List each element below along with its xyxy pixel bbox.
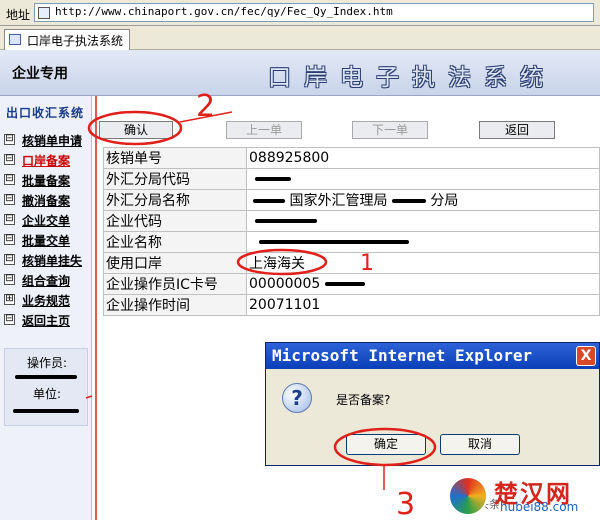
close-icon[interactable]: X (576, 346, 596, 366)
sidebar-item-batch-record[interactable]: ⊟ 批量备案 (4, 171, 90, 188)
system-title: 口岸电子执法系统 (268, 65, 556, 91)
company-use-label: 企业专用 (12, 66, 68, 82)
collapse-icon: ⊟ (4, 253, 15, 265)
row-value (246, 231, 600, 253)
row-key: 企业名称 (103, 231, 247, 253)
redaction-mark (391, 199, 426, 203)
row-key: 核销单号 (103, 147, 247, 169)
confirm-dialog: Microsoft Internet Explorer X ? 是否备案? 确定… (265, 342, 600, 466)
sidebar-item-business-rules[interactable]: ⊞ 业务规范 (4, 291, 90, 308)
cancel-button[interactable]: 取消 (440, 434, 520, 455)
next-button[interactable]: 下一单 (352, 121, 428, 139)
sidebar-item-cancel-record[interactable]: ⊟ 撤消备案 (4, 191, 90, 208)
address-url: http://www.chinaport.gov.cn/fec/qy/Fec_Q… (55, 5, 393, 18)
sidebar-item-label: 返回主页 (22, 314, 71, 328)
sidebar-item-label: 核销单挂失 (22, 254, 83, 268)
row-value: 20071101 (246, 294, 600, 316)
operator-panel: 操作员: 单位: (4, 348, 88, 426)
collapse-icon: ⊟ (4, 313, 15, 325)
collapse-icon: ⊟ (4, 173, 15, 185)
collapse-icon: ⊟ (4, 273, 15, 285)
tab-strip: 口岸电子执法系统 (0, 26, 600, 50)
address-input[interactable]: http://www.chinaport.gov.cn/fec/qy/Fec_Q… (34, 3, 594, 22)
row-key: 企业操作时间 (103, 294, 247, 316)
redaction-mark (15, 375, 77, 379)
unit-label: 单位: (32, 387, 62, 401)
redaction-mark (255, 219, 317, 223)
bureau-suffix: 分局 (430, 193, 459, 209)
row-key: 企业代码 (103, 210, 247, 232)
row-value (246, 168, 600, 190)
confirm-button[interactable]: 确认 (99, 121, 173, 139)
annotation-number-3: 3 (396, 487, 415, 520)
redaction-mark (13, 409, 79, 413)
table-row: 使用口岸 上海海关 (103, 252, 600, 274)
ie-page-icon (9, 34, 21, 45)
sidebar-item-label: 口岸备案 (22, 154, 71, 168)
page-banner: 企业专用 口岸电子执法系统 (0, 50, 600, 96)
sidebar-item-port-record[interactable]: ⊟ 口岸备案 (4, 151, 90, 168)
row-value: 国家外汇管理局 分局 (246, 189, 600, 211)
redaction-mark (255, 177, 291, 181)
sidebar-item-report-loss[interactable]: ⊟ 核销单挂失 (4, 251, 90, 268)
table-row: 企业操作时间 20071101 (103, 294, 600, 316)
sidebar-item-label: 组合查询 (22, 274, 71, 288)
expand-icon: ⊞ (4, 293, 15, 305)
table-row: 企业操作员IC卡号 00000005 (103, 273, 600, 295)
ic-card-number: 00000005 (249, 276, 321, 292)
sidebar-item-label: 业务规范 (22, 294, 71, 308)
collapse-icon: ⊟ (4, 133, 15, 145)
redaction-mark (253, 199, 285, 203)
back-button[interactable]: 返回 (479, 121, 555, 139)
question-icon: ? (282, 383, 312, 413)
sidebar-item-batch-submit[interactable]: ⊟ 批量交单 (4, 231, 90, 248)
address-label: 地址 (6, 8, 31, 22)
table-row: 企业名称 (103, 231, 600, 253)
tab-chinaport[interactable]: 口岸电子执法系统 (4, 29, 130, 50)
dialog-title: Microsoft Internet Explorer (272, 346, 533, 365)
tab-label: 口岸电子执法系统 (27, 34, 124, 48)
bureau-name: 国家外汇管理局 (289, 193, 388, 209)
dialog-title-bar: Microsoft Internet Explorer X (266, 343, 599, 369)
record-table: 核销单号 088925800 外汇分局代码 外汇分局名称 国家外汇管理局 分局 … (103, 147, 600, 316)
row-key: 企业操作员IC卡号 (103, 273, 247, 295)
row-key: 使用口岸 (103, 252, 247, 274)
table-row: 企业代码 (103, 210, 600, 232)
annotation-stroke (179, 111, 233, 123)
operator-label: 操作员: (26, 356, 68, 370)
sidebar-item-label: 核销单申请 (22, 134, 83, 148)
sidebar-item-return-home[interactable]: ⊟ 返回主页 (4, 311, 90, 328)
sidebar-item-label: 企业交单 (22, 214, 71, 228)
ok-button[interactable]: 确定 (346, 434, 426, 455)
row-value (246, 210, 600, 232)
redaction-mark (324, 282, 365, 286)
row-value: 上海海关 (246, 252, 600, 274)
dialog-message: 是否备案? (336, 393, 391, 407)
row-key: 外汇分局代码 (103, 168, 247, 190)
redaction-mark (259, 240, 409, 244)
sidebar-section-title: 出口收汇系统 (6, 106, 85, 120)
sidebar-item-combined-query[interactable]: ⊟ 组合查询 (4, 271, 90, 288)
sidebar: 出口收汇系统 ⊟ 核销单申请 ⊟ 口岸备案 ⊟ 批量备案 ⊟ 撤消备案 ⊟ 企业… (0, 96, 92, 520)
collapse-icon: ⊟ (4, 153, 15, 165)
address-bar: 地址 http://www.chinaport.gov.cn/fec/qy/Fe… (0, 0, 600, 26)
row-key: 外汇分局名称 (103, 189, 247, 211)
row-value: 088925800 (246, 147, 600, 169)
table-row: 外汇分局名称 国家外汇管理局 分局 (103, 189, 600, 211)
sidebar-item-verification-apply[interactable]: ⊟ 核销单申请 (4, 131, 90, 148)
collapse-icon: ⊟ (4, 233, 15, 245)
collapse-icon: ⊟ (4, 193, 15, 205)
table-row: 外汇分局代码 (103, 168, 600, 190)
sidebar-item-label: 批量交单 (22, 234, 71, 248)
prev-button[interactable]: 上一单 (226, 121, 302, 139)
watermark-domain: hubei88.com (500, 500, 579, 514)
table-row: 核销单号 088925800 (103, 147, 600, 169)
collapse-icon: ⊟ (4, 213, 15, 225)
sidebar-item-enterprise-submit[interactable]: ⊟ 企业交单 (4, 211, 90, 228)
watermark-logo (448, 476, 488, 516)
row-value: 00000005 (246, 273, 600, 295)
page-icon (38, 7, 50, 19)
sidebar-item-label: 撤消备案 (22, 194, 71, 208)
sidebar-item-label: 批量备案 (22, 174, 71, 188)
